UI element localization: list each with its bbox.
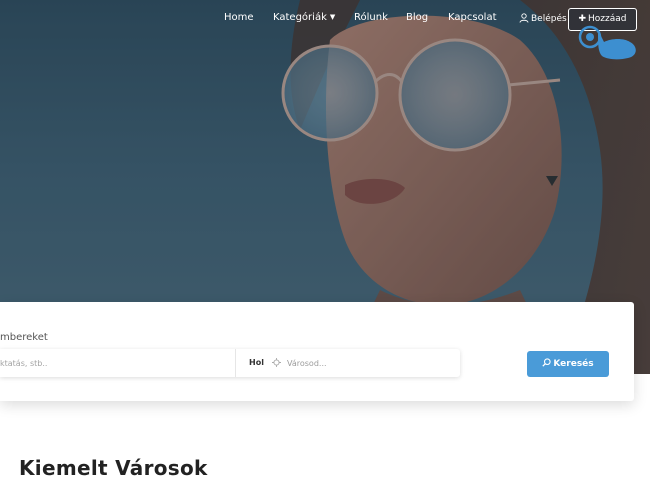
nav-blog[interactable]: Blog — [406, 12, 428, 23]
where-label: Hol — [249, 358, 264, 367]
keyword-input[interactable] — [0, 349, 235, 377]
user-icon — [519, 13, 529, 23]
city-input[interactable] — [287, 349, 457, 377]
search-fields: Hol — [0, 349, 460, 377]
nav-categories[interactable]: Kategóriák ▼ — [273, 12, 335, 23]
chevron-down-icon: ▼ — [329, 13, 336, 21]
nav-about[interactable]: Rólunk — [354, 12, 388, 23]
top-navigation: Home Kategóriák ▼ Rólunk Blog Kapcsolat B… — [0, 0, 650, 38]
search-button[interactable]: Keresés — [527, 351, 609, 377]
login-label: Belépés — [531, 14, 567, 24]
field-divider — [235, 349, 236, 377]
search-button-label: Keresés — [553, 359, 594, 369]
nav-home[interactable]: Home — [224, 12, 254, 23]
hand-pointer-icon — [578, 25, 636, 60]
search-title: mbereket — [0, 332, 48, 343]
crosshair-icon[interactable] — [272, 358, 281, 367]
plus-icon: ✚ — [578, 14, 587, 24]
add-listing-label: Hozzáad — [588, 14, 627, 24]
featured-cities-heading: Kiemelt Városok — [19, 456, 208, 480]
search-panel: mbereket Hol Keresés — [0, 302, 634, 401]
nav-contact[interactable]: Kapcsolat — [448, 12, 497, 23]
nav-categories-label: Kategóriák — [273, 12, 327, 23]
login-link[interactable]: Belépés — [519, 13, 567, 24]
search-icon — [542, 358, 552, 367]
